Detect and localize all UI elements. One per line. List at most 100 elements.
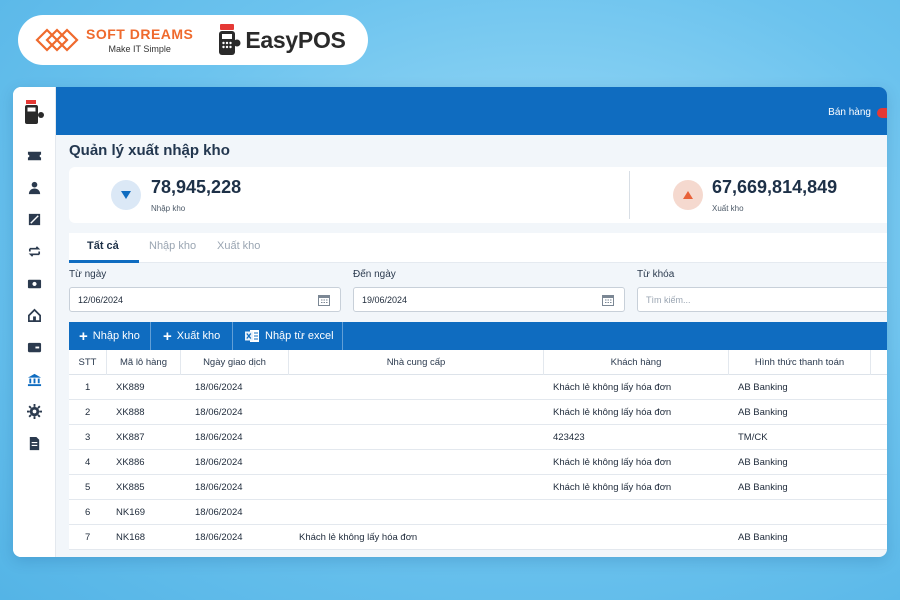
softdreams-logo: SOFT DREAMS Make IT Simple	[34, 23, 193, 57]
active-tab-indicator	[69, 260, 139, 263]
cell-date: 18/06/2024	[195, 482, 243, 493]
action-toolbar: + Nhập kho + Xuất kho Nhập từ excel	[69, 322, 887, 350]
excel-icon	[245, 330, 259, 342]
cell-code: XK888	[116, 407, 145, 418]
brand-banner: SOFT DREAMS Make IT Simple EasyPOS	[18, 15, 368, 65]
stats-divider	[629, 171, 630, 219]
cell-code: XK887	[116, 432, 145, 443]
sidebar-item-transfer[interactable]	[24, 241, 44, 261]
cell-stt: 4	[85, 457, 91, 468]
table-row[interactable]: 6 NK169 18/06/2024	[69, 500, 887, 525]
table-row[interactable]: 2 XK888 18/06/2024 Khách lẻ không lấy hóa đ…	[69, 400, 887, 425]
sidebar-item-card[interactable]	[24, 337, 44, 357]
import-button-label: Nhập kho	[92, 330, 140, 342]
cell-stt: 5	[85, 482, 91, 493]
sidebar	[13, 87, 56, 557]
sidebar-item-customer[interactable]	[24, 177, 44, 197]
cell-code: XK885	[116, 482, 145, 493]
import-value: 78,945,228	[151, 177, 242, 197]
sidebar-item-money[interactable]	[24, 273, 44, 293]
stats-card: 78,945,228 Nhập kho 67,669,814,849 Xuất …	[69, 167, 887, 223]
cell-date: 18/06/2024	[195, 457, 243, 468]
search-input[interactable]: Tìm kiếm...	[637, 287, 887, 312]
from-date-value: 12/06/2024	[78, 295, 124, 305]
tab-bar: Tất cả Nhập kho Xuất kho	[69, 233, 887, 263]
import-label: Nhập kho	[151, 204, 186, 213]
to-date-field[interactable]: 19/06/2024	[353, 287, 625, 312]
tab-export[interactable]: Xuất kho	[217, 240, 260, 252]
sidebar-item-warehouse[interactable]	[24, 369, 44, 389]
table-row[interactable]: 5 XK885 18/06/2024 Khách lẻ không lấy hóa đ…	[69, 475, 887, 500]
cell-date: 18/06/2024	[195, 407, 243, 418]
sales-link[interactable]: Bán hàng	[828, 107, 871, 118]
table-row[interactable]: 1 XK889 18/06/2024 Khách lẻ không lấy hóa đ…	[69, 375, 887, 400]
cell-date: 18/06/2024	[195, 507, 243, 518]
cell-stt: 2	[85, 407, 91, 418]
cell-code: NK168	[116, 532, 146, 543]
import-button[interactable]: + Nhập kho	[69, 322, 151, 350]
import-excel-label: Nhập từ excel	[265, 330, 334, 342]
sidebar-item-settings[interactable]	[24, 401, 44, 421]
main-content: Quản lý xuất nhập kho 78,945,228 Nhập kh…	[69, 135, 887, 557]
col-supplier: Nhà cung cấp	[289, 350, 544, 375]
cell-customer: 423423	[553, 432, 585, 443]
notification-badge	[877, 108, 887, 118]
export-button[interactable]: + Xuất kho	[151, 322, 233, 350]
cell-payment: TM/CK	[738, 432, 768, 443]
cell-code: NK169	[116, 507, 146, 518]
col-date: Ngày giao dịch	[181, 350, 289, 375]
calendar-icon[interactable]	[318, 294, 330, 306]
cell-customer: Khách lẻ không lấy hóa đơn	[553, 382, 672, 393]
easypos-name: EasyPOS	[245, 26, 346, 53]
warehouse-table: STT Mã lô hàng Ngày giao dịch Nhà cung c…	[69, 350, 887, 550]
softdreams-mark-icon	[35, 28, 79, 52]
export-value: 67,669,814,849	[712, 177, 838, 197]
page-title: Quản lý xuất nhập kho	[69, 142, 230, 159]
sidebar-item-ticket[interactable]	[24, 145, 44, 165]
search-placeholder: Tìm kiếm...	[646, 295, 691, 305]
sidebar-item-report[interactable]	[24, 433, 44, 453]
document-icon	[29, 436, 39, 450]
tab-all[interactable]: Tất cả	[87, 240, 119, 252]
user-icon	[28, 181, 40, 194]
col-code: Mã lô hàng	[107, 350, 181, 375]
wallet-icon	[27, 342, 41, 352]
sidebar-item-store[interactable]	[24, 305, 44, 325]
from-date-field[interactable]: 12/06/2024	[69, 287, 341, 312]
ticket-icon	[27, 151, 41, 160]
tab-import[interactable]: Nhập kho	[149, 240, 196, 252]
calendar-icon[interactable]	[602, 294, 614, 306]
cell-date: 18/06/2024	[195, 532, 243, 543]
triangle-up-icon	[683, 191, 693, 199]
table-row[interactable]: 4 XK886 18/06/2024 Khách lẻ không lấy hóa đ…	[69, 450, 887, 475]
cash-icon	[27, 279, 41, 288]
cell-customer: Khách lẻ không lấy hóa đơn	[553, 482, 672, 493]
table-header: STT Mã lô hàng Ngày giao dịch Nhà cung c…	[69, 350, 887, 375]
pos-terminal-icon	[219, 24, 241, 55]
cell-code: XK889	[116, 382, 145, 393]
cell-stt: 7	[85, 532, 91, 543]
exchange-icon	[28, 245, 40, 257]
app-window: Bán hàng Quản lý xuất nhập kho 78,945,22…	[13, 87, 887, 557]
cell-payment: AB Banking	[738, 407, 788, 418]
gear-icon	[26, 403, 42, 419]
cell-stt: 6	[85, 507, 91, 518]
sidebar-item-product[interactable]	[24, 209, 44, 229]
cell-code: XK886	[116, 457, 145, 468]
to-date-label: Đến ngày	[353, 269, 396, 280]
table-row[interactable]: 7 NK168 18/06/2024 Khách lẻ không lấy hóa đ…	[69, 525, 887, 550]
cell-payment: AB Banking	[738, 382, 788, 393]
cell-payment: AB Banking	[738, 482, 788, 493]
cell-customer: Khách lẻ không lấy hóa đơn	[553, 457, 672, 468]
table-body: 1 XK889 18/06/2024 Khách lẻ không lấy hóa đ…	[69, 375, 887, 550]
cell-date: 18/06/2024	[195, 382, 243, 393]
cell-customer: Khách lẻ không lấy hóa đơn	[553, 407, 672, 418]
plus-icon: +	[163, 327, 172, 345]
easypos-logo: EasyPOS	[217, 23, 346, 57]
softdreams-tagline: Make IT Simple	[108, 43, 171, 54]
from-date-label: Từ ngày	[69, 269, 107, 280]
col-payment: Hình thức thanh toán	[729, 350, 871, 375]
export-button-label: Xuất kho	[176, 330, 221, 342]
import-excel-button[interactable]: Nhập từ excel	[233, 322, 343, 350]
table-row[interactable]: 3 XK887 18/06/2024 423423 TM/CK	[69, 425, 887, 450]
